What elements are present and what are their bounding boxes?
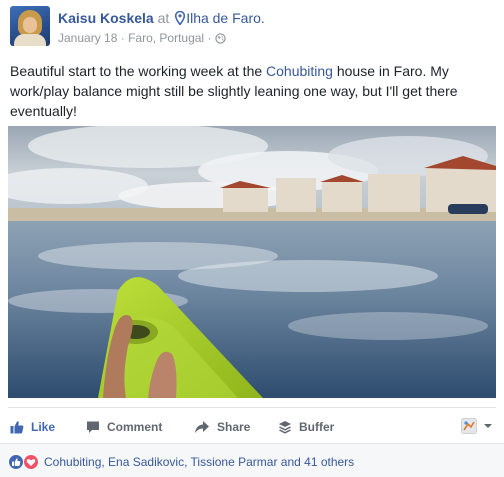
post-text-start: Beautiful start to the working week at t…	[10, 63, 267, 79]
comment-label: Comment	[107, 420, 163, 434]
chevron-down-icon	[484, 424, 492, 428]
post-timestamp[interactable]: January 18	[58, 31, 117, 45]
reactions-bar: Cohubiting, Ena Sadikovic, Tissione Parm…	[0, 443, 504, 477]
share-arrow-icon	[195, 421, 209, 433]
author-link[interactable]: Kaisu Koskela	[58, 10, 154, 26]
meta-separator: ·	[207, 31, 212, 45]
comment-button[interactable]: Comment	[86, 418, 162, 436]
love-reaction-icon	[23, 454, 39, 470]
post-location[interactable]: Faro, Portugal	[128, 31, 204, 45]
meta-separator: ·	[120, 31, 125, 45]
thumbs-up-icon	[10, 421, 24, 434]
avatar[interactable]	[10, 6, 50, 46]
post-title-line: Kaisu Koskela at Ilha de Faro.	[58, 10, 265, 28]
globe-icon[interactable]	[215, 33, 226, 47]
post-photo[interactable]	[8, 126, 496, 398]
buffer-button[interactable]: Buffer	[278, 418, 334, 436]
audience-avatar-icon	[461, 418, 477, 434]
like-label: Like	[31, 420, 56, 434]
audience-selector[interactable]	[461, 418, 494, 434]
buffer-stack-icon	[279, 421, 291, 434]
place-link[interactable]: Ilha de Faro.	[186, 10, 265, 26]
divider	[8, 407, 496, 408]
reaction-icons[interactable]	[8, 454, 42, 470]
post-header: Kaisu Koskela at Ilha de Faro. January 1…	[10, 6, 500, 48]
share-button[interactable]: Share	[194, 418, 250, 436]
comment-icon	[87, 421, 99, 433]
post-meta: January 18 · Faro, Portugal ·	[58, 31, 226, 47]
share-label: Share	[217, 420, 251, 434]
post-body: Beautiful start to the working week at t…	[10, 61, 494, 121]
at-label: at	[157, 10, 170, 26]
location-pin-icon	[175, 10, 186, 28]
buffer-label: Buffer	[299, 420, 335, 434]
cohubiting-link[interactable]: Cohubiting	[266, 63, 333, 79]
like-button[interactable]: Like	[10, 418, 55, 436]
reaction-names-link[interactable]: Cohubiting, Ena Sadikovic, Tissione Parm…	[44, 455, 354, 469]
post-action-bar: Like Comment Share Buffer	[0, 412, 504, 442]
like-reaction-icon	[8, 454, 24, 470]
